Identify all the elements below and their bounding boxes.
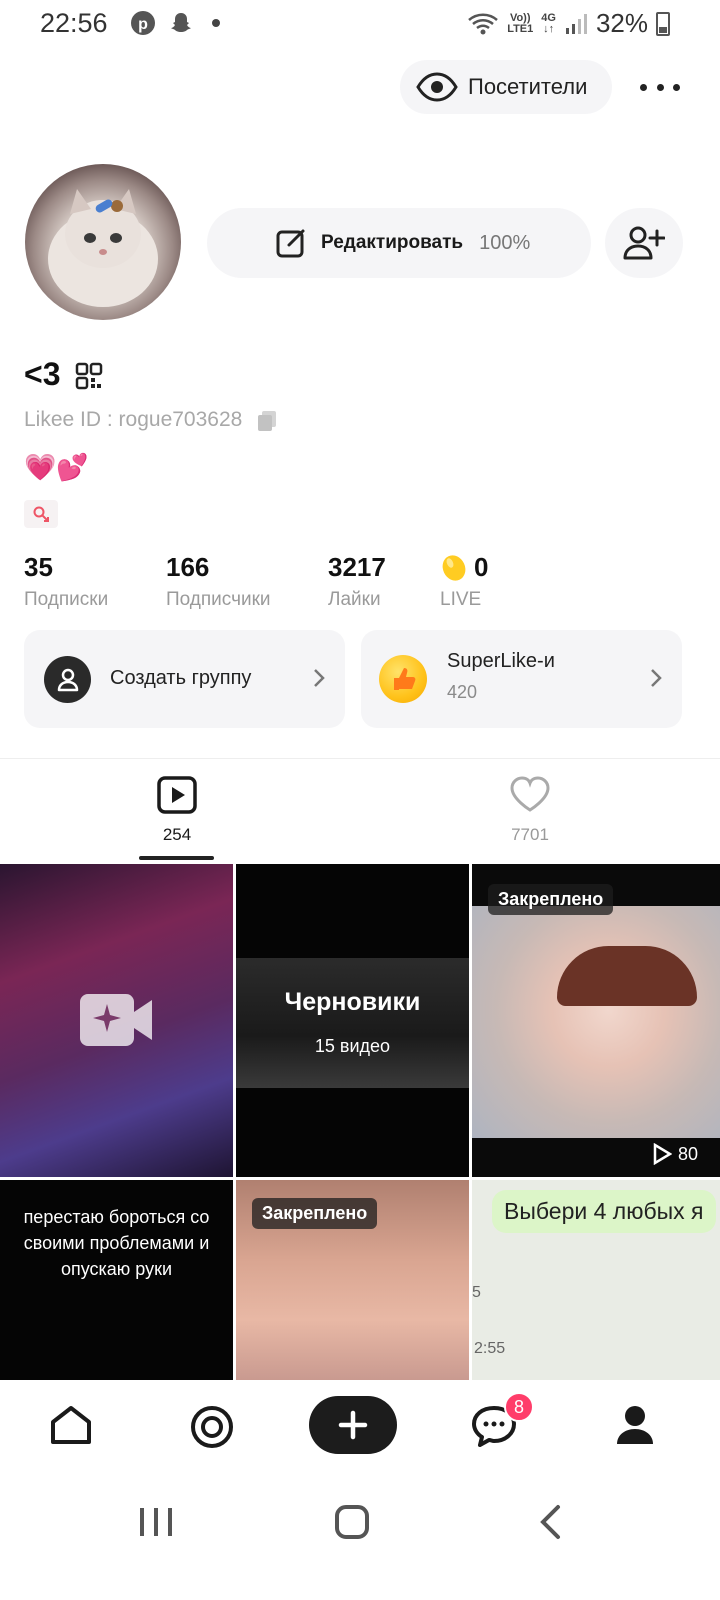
edit-label: Редактировать xyxy=(321,232,464,253)
visitors-label: Посетители xyxy=(468,74,588,99)
live-bean-icon xyxy=(442,554,466,581)
create-group-card[interactable]: Создать группу xyxy=(24,630,345,728)
divider xyxy=(0,758,720,759)
qr-code-icon[interactable] xyxy=(75,362,103,390)
superlike-card[interactable]: SuperLike-и 420 xyxy=(361,630,682,728)
edit-profile-button[interactable]: Редактировать 100% xyxy=(207,208,591,278)
stat-likes[interactable]: 3217 Лайки xyxy=(328,552,386,611)
chat-time: 2:55 xyxy=(474,1340,506,1357)
chat-bubble: Выбери 4 любых я xyxy=(492,1190,716,1233)
edit-icon xyxy=(276,229,305,258)
stat-live[interactable]: 0 LIVE xyxy=(440,552,488,611)
add-friend-button[interactable] xyxy=(605,208,683,278)
add-user-icon xyxy=(623,226,665,260)
tab-videos[interactable]: 254 xyxy=(117,776,237,845)
more-notifications-dot xyxy=(212,19,220,27)
superlike-icon xyxy=(379,655,427,703)
video-icon xyxy=(157,776,197,814)
draft-preview xyxy=(236,958,469,1088)
video-grid: Черновики 15 видео Закреплено 80 переста… xyxy=(0,864,720,1380)
video-thumbnail xyxy=(472,906,720,1138)
home-button-icon[interactable] xyxy=(334,1504,370,1540)
liked-count: 7701 xyxy=(511,825,549,844)
create-group-label: Создать группу xyxy=(110,667,252,689)
cat-avatar-image xyxy=(48,189,158,307)
eye-icon xyxy=(416,72,458,102)
drafts-title: Черновики xyxy=(284,988,421,1016)
nickname: <3 xyxy=(24,356,61,392)
chevron-right-icon xyxy=(651,669,662,687)
drafts-count: 15 видео xyxy=(314,1036,391,1056)
more-dot-icon xyxy=(640,83,647,91)
camera-icon xyxy=(80,994,152,1046)
profile-completion: 100% xyxy=(479,231,531,254)
female-icon xyxy=(33,506,49,522)
tab-liked[interactable]: 7701 xyxy=(470,776,590,845)
recent-apps-icon[interactable] xyxy=(138,1506,174,1538)
battery-percent: 32% xyxy=(595,8,648,38)
status-bar: 22:56 p Vo)) LTE1 4G ↓↑ 32% xyxy=(0,0,720,48)
stat-followers[interactable]: 166 Подписчики xyxy=(166,552,271,611)
video-tile[interactable]: Выбери 4 любых я 5 2:55 xyxy=(472,1180,720,1380)
drafts-tile[interactable]: Черновики 15 видео xyxy=(236,864,469,1177)
stat-following[interactable]: 35 Подписки xyxy=(24,552,108,611)
plus-icon xyxy=(338,1410,368,1440)
profile-icon[interactable] xyxy=(614,1404,656,1446)
profile-stats: 35 Подписки 166 Подписчики 3217 Лайки 0 … xyxy=(0,552,720,612)
play-icon xyxy=(653,1143,672,1165)
wifi-icon xyxy=(468,13,499,34)
system-navigation xyxy=(0,1472,720,1600)
likee-id: Likee ID : rogue703628 xyxy=(24,408,278,432)
bottom-navigation: 8 xyxy=(0,1380,720,1472)
battery-icon xyxy=(656,11,670,36)
status-time: 22:56 xyxy=(40,8,108,38)
video-tile[interactable]: Закреплено 80 xyxy=(472,864,720,1177)
tab-indicator xyxy=(139,856,214,860)
video-caption: перестаю бороться со своими проблемами и… xyxy=(23,1207,210,1279)
signal-icon xyxy=(565,13,587,34)
chat-meta: 5 xyxy=(472,1284,481,1301)
chevron-right-icon xyxy=(314,669,325,687)
likee-id-text: Likee ID : rogue703628 xyxy=(24,408,243,431)
video-tile[interactable]: Закреплено xyxy=(236,1180,469,1380)
svg-text:p: p xyxy=(138,16,148,33)
notification-icons: p xyxy=(130,10,220,36)
more-options-button[interactable] xyxy=(640,72,680,102)
visitors-button[interactable]: Посетители xyxy=(400,60,612,114)
bio: 💗💕 xyxy=(24,452,89,482)
explore-icon[interactable] xyxy=(189,1404,235,1450)
superlike-title: SuperLike-и xyxy=(447,650,555,672)
heart-icon xyxy=(510,776,550,812)
play-count: 80 xyxy=(652,1143,698,1165)
volte-indicator: Vo)) LTE1 xyxy=(507,11,534,35)
pinned-badge: Закреплено xyxy=(488,884,614,915)
avatar[interactable] xyxy=(25,164,181,320)
create-video-button[interactable] xyxy=(309,1396,397,1454)
network-type: 4G ↓↑ xyxy=(541,11,556,35)
pinterest-icon: p xyxy=(131,11,155,35)
home-icon[interactable] xyxy=(48,1404,94,1446)
gender-badge xyxy=(24,500,58,528)
back-icon[interactable] xyxy=(538,1504,562,1540)
copy-icon[interactable] xyxy=(256,409,278,431)
superlike-count: 420 xyxy=(447,682,478,702)
pinned-badge: Закреплено xyxy=(252,1198,378,1229)
status-right: Vo)) LTE1 4G ↓↑ 32% xyxy=(467,8,670,39)
videos-count: 254 xyxy=(162,825,192,844)
record-video-tile[interactable] xyxy=(0,864,233,1177)
messages-badge: 8 xyxy=(504,1392,534,1422)
group-icon xyxy=(44,656,91,703)
video-tile[interactable]: перестаю бороться со своими проблемами и… xyxy=(0,1180,233,1380)
snapchat-icon xyxy=(171,13,191,32)
